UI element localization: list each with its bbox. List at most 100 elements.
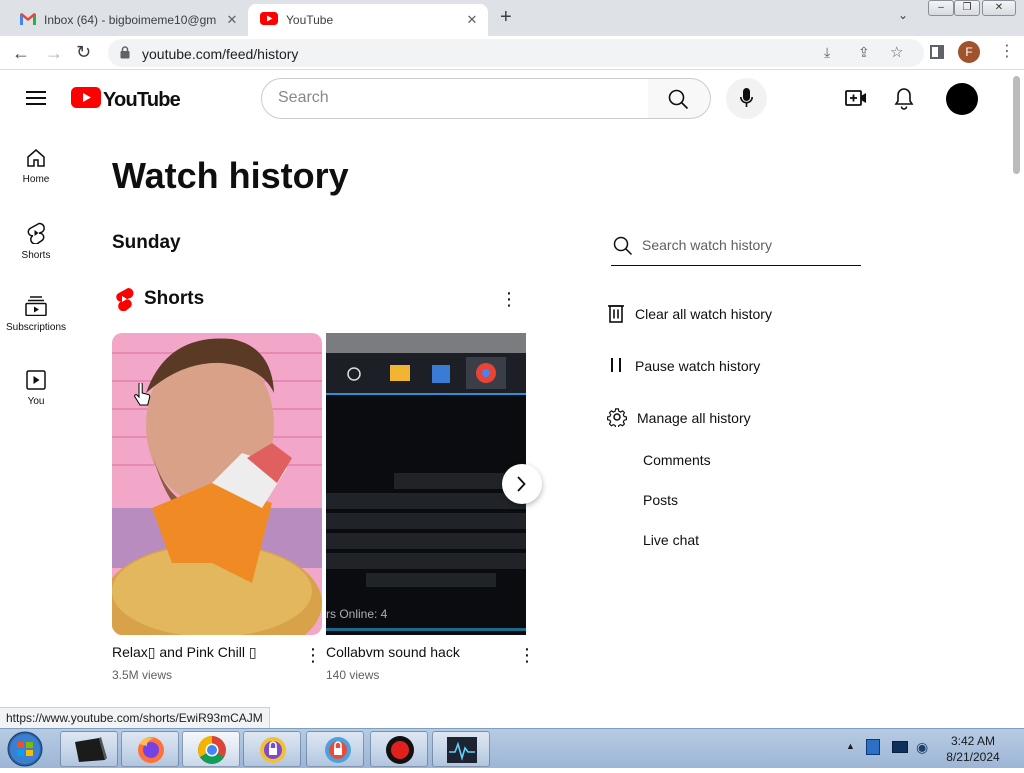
taskbar-monitor-app[interactable] [432,731,490,767]
close-tab-icon[interactable]: ✕ [464,12,480,28]
clear-history-button[interactable]: Clear all watch history [607,300,772,328]
short-title-2[interactable]: Collabvm sound hack [326,644,460,660]
you-icon [0,370,72,390]
close-tab-icon[interactable]: ✕ [224,12,240,28]
short-thumbnail-1[interactable] [112,333,322,635]
page-title: Watch history [112,155,349,196]
short-title-1[interactable]: Relax▯ and Pink Chill ▯ [112,644,257,661]
browser-menu-icon[interactable]: ⋮ [999,41,1015,61]
trash-icon [607,303,635,326]
reload-icon[interactable]: ↻ [76,42,91,63]
home-icon [0,148,72,168]
taskbar-record-app[interactable] [370,731,428,767]
hamburger-menu-icon[interactable] [26,90,46,111]
search-input[interactable] [278,79,638,117]
side-panel-icon[interactable] [930,45,944,59]
lock-icon [120,46,130,64]
rail-item-home[interactable]: Home [0,148,72,218]
tab-youtube-label: YouTube [286,13,334,27]
rail-label-home: Home [22,174,50,185]
system-monitor-icon [447,737,477,763]
gmail-icon [20,12,36,28]
rail-item-shorts[interactable]: Shorts [0,222,72,292]
shorts-icon [0,222,72,244]
chrome-icon [198,736,226,764]
new-tab-icon[interactable]: + [500,6,512,29]
page-scrollbar-thumb[interactable] [1013,76,1020,174]
shorts-more-options-icon[interactable]: ⋮ [500,290,518,308]
create-video-icon[interactable] [845,88,867,113]
clock-time: 3:42 AM [950,734,996,748]
show-hidden-icons-icon[interactable]: ▲ [846,741,855,751]
search-icon [668,89,689,115]
tab-youtube[interactable]: YouTube ✕ [248,4,488,36]
record-icon [386,736,414,764]
short-thumbnail-1-image [112,333,322,635]
taskbar-firefox[interactable] [121,731,179,767]
microphone-icon [740,88,753,114]
short-1-more-options-icon[interactable]: ⋮ [304,646,322,664]
tab-search-chevron-icon[interactable]: ⌄ [898,8,908,22]
profile-avatar[interactable]: F [958,41,980,63]
rail-item-you[interactable]: You [0,370,72,440]
taskbar-chrome[interactable] [182,731,240,767]
notifications-bell-icon[interactable] [894,87,914,115]
tablet-app-icon [75,737,107,762]
tab-gmail[interactable]: Inbox (64) - bigboimeme10@gm ✕ [8,4,248,36]
install-app-icon[interactable]: ⤓ [824,44,830,61]
shorts-section-heading: Shorts [144,288,205,309]
posts-link[interactable]: Posts [643,492,678,508]
clock-date: 8/21/2024 [946,750,1000,764]
rail-label-subscriptions: Subscriptions [5,322,67,333]
chevron-right-icon [516,476,526,497]
youtube-logo-icon [71,87,101,113]
search-button[interactable] [648,78,711,119]
taskbar-tablet-app[interactable] [60,731,118,767]
close-window-button[interactable]: ✕ [982,0,1016,16]
rail-item-subscriptions[interactable]: Subscriptions [0,296,72,366]
thumbnail-overlay-text: rs Online: 4 [326,607,388,621]
short-views-1: 3.5M views [112,668,173,682]
live-chat-link[interactable]: Live chat [643,532,699,548]
browser-toolbar: ← → ↻ youtube.com/feed/history ⤓ ⇪ ☆ F ⋮ [0,36,1024,70]
start-button[interactable] [4,730,46,768]
comments-link[interactable]: Comments [643,452,711,468]
pause-history-label: Pause watch history [635,358,761,374]
taskbar-browser-lock-1[interactable] [243,731,301,767]
firefox-icon [138,737,164,763]
taskbar-browser-lock-2[interactable] [306,731,364,767]
youtube-logo[interactable]: YouTube [71,87,181,113]
short-thumbnail-2[interactable]: rs Online: 4 [326,333,526,635]
youtube-icon [260,12,278,28]
forward-arrow-icon[interactable]: → [45,43,63,64]
address-bar[interactable]: youtube.com/feed/history ⤓ ⇪ ☆ [108,39,924,67]
shorts-logo-icon [114,287,134,316]
day-heading: Sunday [112,232,181,253]
share-icon[interactable]: ⇪ [858,44,870,61]
back-arrow-icon[interactable]: ← [12,43,30,64]
youtube-search-box [261,78,649,119]
manage-history-button[interactable]: Manage all history [606,404,751,432]
browser-tab-bar: Inbox (64) - bigboimeme10@gm ✕ YouTube ✕… [0,0,1024,36]
rail-label-you: You [27,396,45,407]
short-2-more-options-icon[interactable]: ⋮ [518,646,536,664]
subscriptions-icon [0,296,72,316]
voice-search-button[interactable] [726,78,767,119]
bookmark-star-icon[interactable]: ☆ [890,43,903,61]
minimize-button[interactable]: – [928,0,954,16]
secure-browser-icon [260,737,286,763]
account-avatar[interactable] [946,83,978,115]
history-search-input[interactable] [642,234,852,256]
tray-volume-icon[interactable]: ◉ [916,739,928,756]
tray-network-icon[interactable] [866,739,880,755]
restore-button[interactable]: ❐ [954,0,980,16]
taskbar-clock[interactable]: 3:42 AM 8/21/2024 [930,733,1016,765]
pause-history-button[interactable]: Pause watch history [607,352,760,380]
history-search-box [611,228,861,266]
search-icon [613,236,633,261]
link-preview-status: https://www.youtube.com/shorts/EwiR93mCA… [0,707,270,728]
tray-display-icon[interactable] [892,741,908,753]
secure-browser-icon [325,737,351,763]
carousel-next-button[interactable] [502,464,542,504]
url-text: youtube.com/feed/history [142,46,299,62]
